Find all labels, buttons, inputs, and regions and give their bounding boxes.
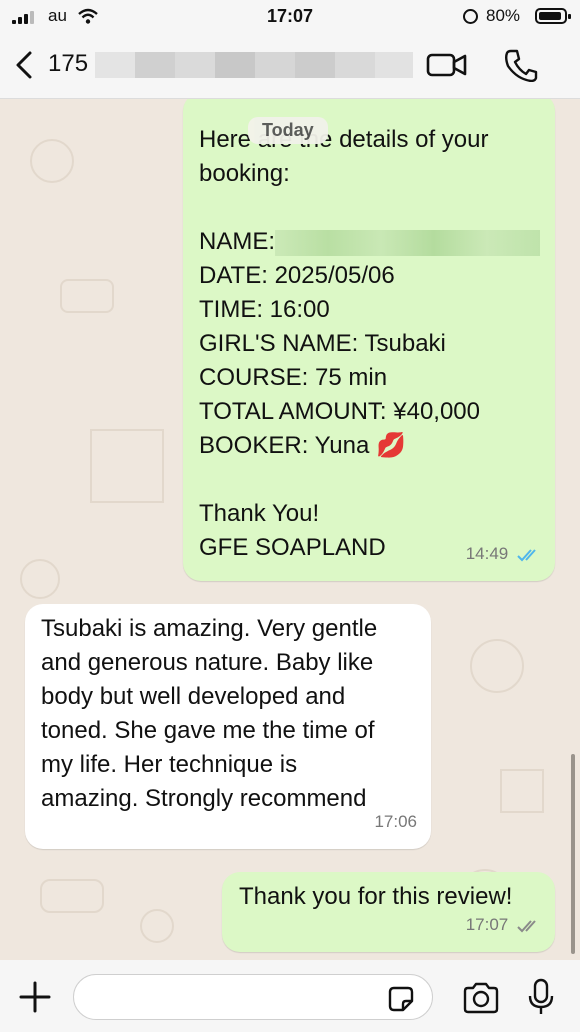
wallpaper-doodle: [60, 279, 114, 313]
back-chevron-icon[interactable]: [12, 50, 38, 80]
message-line: GIRL'S NAME: Tsubaki: [199, 330, 446, 357]
orientation-lock-icon: [463, 9, 478, 24]
message-line: Tsubaki is amazing. Very gentle: [41, 615, 378, 642]
incoming-message-bubble[interactable]: Tsubaki is amazing. Very gentle and gene…: [25, 604, 431, 849]
message-line: COURSE: 75 min: [199, 364, 388, 391]
message-line: DATE: 2025/05/06: [199, 262, 395, 289]
outgoing-message-bubble[interactable]: Thank you for this review! 17:07: [222, 872, 555, 952]
wallpaper-doodle: [140, 909, 174, 943]
wallpaper-doodle: [90, 429, 164, 503]
message-line: my life. Her technique is: [41, 751, 298, 778]
redacted-contact-name: [95, 52, 413, 78]
wallpaper-doodle: [470, 639, 524, 693]
scrollbar[interactable]: [571, 754, 575, 954]
booker-line: BOOKER: Yuna 💋: [199, 429, 540, 463]
message-meta: 14:49: [466, 537, 541, 571]
video-call-icon[interactable]: [426, 50, 468, 80]
kiss-emoji: 💋: [376, 432, 406, 459]
message-line: toned. She gave me the time of: [41, 717, 375, 744]
sticker-icon[interactable]: [386, 984, 416, 1014]
message-line: booking:: [199, 160, 290, 187]
wallpaper-doodle: [20, 559, 60, 599]
wallpaper-doodle: [40, 879, 104, 913]
contact-name[interactable]: 175: [48, 50, 88, 78]
message-meta: 17:07: [466, 908, 541, 942]
message-line: Thank You!: [199, 500, 320, 527]
message-time: 17:06: [374, 812, 417, 831]
message-line: [199, 463, 540, 497]
plus-icon[interactable]: [18, 980, 52, 1014]
message-input[interactable]: [73, 974, 433, 1020]
double-check-icon: [517, 548, 536, 561]
outgoing-message-bubble[interactable]: Here are the details of your booking: NA…: [183, 99, 555, 581]
booker-text: BOOKER: Yuna: [199, 432, 370, 459]
wallpaper-doodle: [500, 769, 544, 813]
chat-area[interactable]: Here are the details of your booking: NA…: [0, 99, 580, 960]
message-line: and generous nature. Baby like: [41, 649, 374, 676]
message-line: body but well developed and: [41, 683, 346, 710]
chat-header: 175: [0, 32, 580, 99]
composer-bar: [0, 960, 580, 1032]
message-line: TOTAL AMOUNT: ¥40,000: [199, 398, 481, 425]
message-line: TIME: 16:00: [199, 296, 330, 323]
status-bar: au 17:07 80%: [0, 0, 580, 32]
booking-name-line: NAME:: [199, 225, 541, 259]
double-check-icon: [517, 919, 536, 932]
message-line: amazing. Strongly recommend: [41, 785, 367, 812]
wallpaper-doodle: [30, 139, 74, 183]
battery-icon: [535, 8, 571, 24]
message-line: [199, 191, 540, 225]
message-time: 14:49: [465, 544, 509, 563]
date-separator: Today: [248, 117, 328, 144]
message-time: 17:07: [465, 915, 509, 934]
camera-icon[interactable]: [462, 982, 500, 1014]
redacted-name: [275, 229, 541, 256]
name-label: NAME:: [199, 228, 276, 255]
battery-percent: 80%: [486, 6, 521, 25]
microphone-icon[interactable]: [528, 978, 554, 1016]
phone-call-icon[interactable]: [503, 48, 539, 82]
